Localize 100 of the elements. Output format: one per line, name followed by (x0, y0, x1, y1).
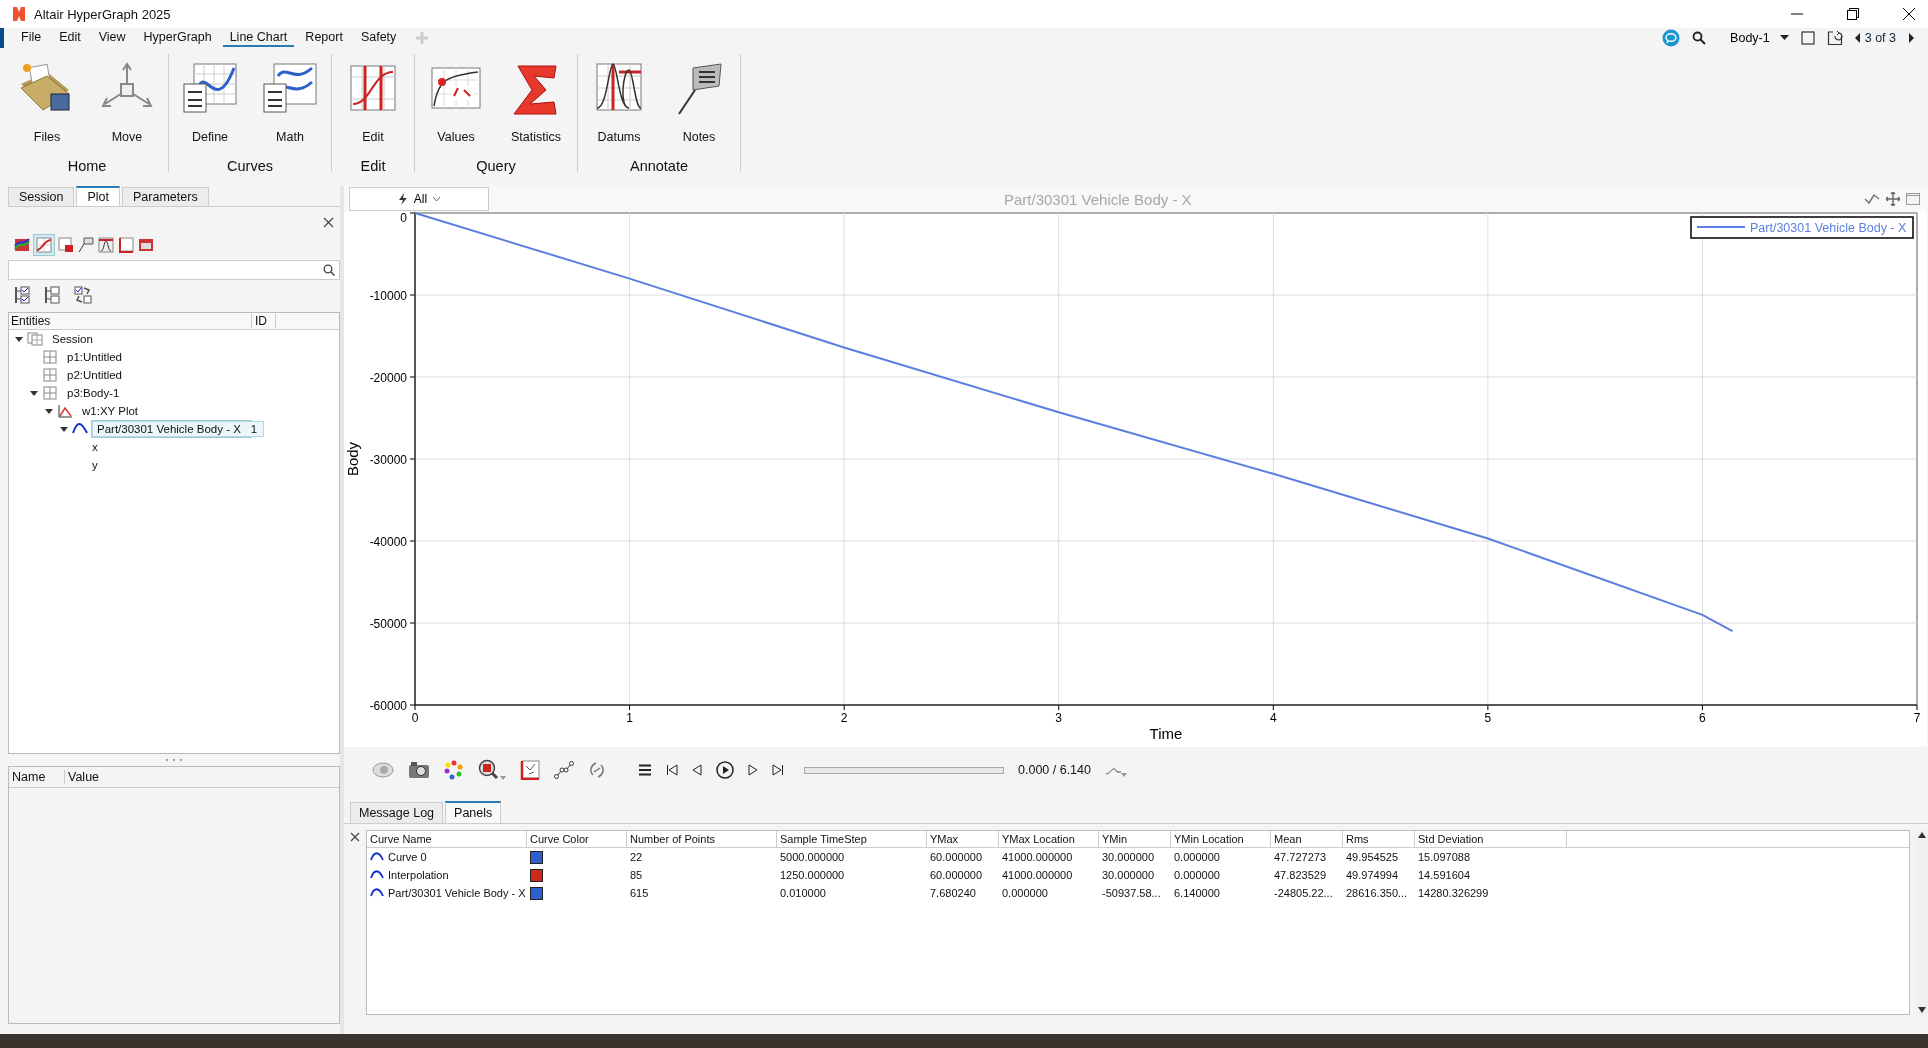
check-all-icon[interactable] (14, 286, 32, 304)
color-dots-icon[interactable] (444, 760, 464, 780)
menu-item[interactable]: HyperGraph (136, 29, 219, 47)
panel-tab[interactable]: Plot (76, 186, 121, 206)
panel-tab[interactable]: Parameters (122, 187, 209, 206)
column-header[interactable]: Curve Name (367, 831, 527, 847)
page-dropdown[interactable]: Body-1 (1730, 31, 1789, 45)
menu-item[interactable]: Edit (52, 29, 88, 47)
splitter-grip-icon[interactable] (164, 758, 184, 762)
scroll-up-icon[interactable] (1918, 832, 1926, 838)
menu-item[interactable]: Safety (353, 29, 404, 47)
column-header[interactable]: YMax (927, 831, 999, 847)
menu-item[interactable]: Report (298, 29, 350, 47)
window-frame-icon[interactable] (138, 237, 154, 253)
curve-points-icon[interactable] (1864, 193, 1880, 205)
maximize-icon[interactable] (1906, 193, 1920, 205)
last-frame-icon[interactable] (772, 764, 784, 776)
panel-tab[interactable]: Panels (445, 801, 502, 823)
column-header[interactable]: Entities (9, 314, 252, 328)
close-icon[interactable] (1902, 7, 1916, 21)
note-flag-icon[interactable] (78, 237, 94, 253)
table-cell-text: 615 (629, 886, 650, 901)
tree-item[interactable]: p3:Body-1 (62, 385, 125, 401)
color-swatch[interactable] (530, 886, 543, 900)
move-arrows-icon[interactable] (1886, 192, 1900, 206)
chat-icon[interactable] (1662, 29, 1681, 47)
menu-item[interactable]: View (91, 29, 133, 47)
column-header[interactable]: Std Deviation (1415, 831, 1567, 847)
table-cell: Curve 0 (388, 851, 427, 863)
filter-dropdown[interactable]: All (349, 187, 489, 211)
camera-icon[interactable] (408, 761, 430, 779)
axis-graph-icon[interactable] (98, 237, 114, 253)
search-icon (323, 264, 335, 276)
square-icon[interactable] (1800, 31, 1815, 45)
zoom-icon[interactable] (478, 759, 506, 781)
map-frame-icon[interactable] (520, 760, 540, 780)
curves-icon[interactable] (14, 237, 30, 253)
tree-item[interactable]: y (87, 457, 103, 473)
ribbon-group-title: Annotate (629, 158, 689, 174)
x-tick-label: 1 (626, 711, 633, 725)
ribbon-tool-button[interactable]: Values (421, 60, 491, 144)
ribbon-tool-button[interactable]: Move (92, 60, 162, 144)
link-icon[interactable] (588, 760, 606, 780)
next-frame-icon[interactable] (748, 764, 758, 776)
caret-icon (1779, 35, 1789, 41)
column-header[interactable]: YMin (1099, 831, 1171, 847)
column-header[interactable]: Number of Points (627, 831, 777, 847)
column-header[interactable]: Value (65, 770, 100, 784)
grid-frame-icon[interactable] (118, 237, 134, 253)
swap-checks-icon[interactable] (74, 286, 92, 304)
tree-item[interactable]: p2:Untitled (62, 367, 127, 383)
close-icon[interactable] (323, 217, 334, 228)
table-cell-text: 47.727273 (1273, 850, 1327, 865)
column-header[interactable]: YMax Location (999, 831, 1099, 847)
column-header[interactable]: YMin Location (1171, 831, 1271, 847)
xy-plot-icon (57, 404, 73, 418)
ribbon-tool-button[interactable]: Files (12, 60, 82, 144)
tree-item[interactable]: p1:Untitled (62, 349, 127, 365)
previous-frame-icon[interactable] (692, 764, 702, 776)
column-header[interactable]: Curve Color (527, 831, 627, 847)
column-header[interactable]: Name (9, 770, 65, 784)
tree-item[interactable]: Session (47, 331, 98, 347)
ribbon-tool-button[interactable]: Edit (338, 60, 408, 144)
column-header[interactable]: ID (252, 314, 276, 328)
ribbon-tool-button[interactable]: Notes (664, 60, 734, 144)
search-field[interactable] (8, 260, 340, 280)
uncheck-all-icon[interactable] (44, 286, 62, 304)
first-frame-icon[interactable] (666, 764, 678, 776)
search-icon[interactable] (1692, 31, 1707, 45)
color-swatch[interactable] (530, 850, 543, 864)
next-page-icon[interactable] (1908, 33, 1914, 43)
curve-icon (370, 888, 384, 898)
column-header[interactable]: Sample TimeStep (777, 831, 927, 847)
panel-tab[interactable]: Session (8, 187, 75, 206)
color-swatch[interactable] (530, 868, 543, 882)
time-slider[interactable] (804, 766, 1004, 774)
ribbon-tool-button[interactable]: Statistics (501, 60, 571, 144)
tree-item[interactable]: w1:XY Plot (77, 403, 144, 419)
ribbon-tool-button[interactable]: Define (175, 60, 245, 144)
tree-item[interactable]: Part/30301 Vehicle Body - X (92, 421, 251, 437)
close-icon[interactable] (350, 832, 360, 842)
restore-icon[interactable] (1846, 7, 1860, 21)
play-icon[interactable] (716, 761, 734, 779)
scroll-down-icon[interactable] (1918, 1007, 1926, 1013)
panel-tab[interactable]: Message Log (350, 802, 444, 823)
menu-item[interactable]: File (14, 29, 49, 47)
column-header[interactable]: Mean (1271, 831, 1343, 847)
scrollbar[interactable] (1916, 830, 1928, 1015)
menu-icon[interactable] (638, 764, 652, 776)
connected-points-icon[interactable] (554, 760, 574, 780)
previous-page-icon[interactable] (1854, 33, 1861, 43)
legend-label: Part/30301 Vehicle Body - X (1750, 221, 1907, 235)
chart-card-icon[interactable] (58, 237, 74, 253)
column-header[interactable]: Rms (1343, 831, 1415, 847)
tree-item[interactable]: x (87, 439, 103, 455)
ribbon-tool-button[interactable]: Math (255, 60, 325, 144)
page-refresh-icon[interactable] (1826, 30, 1843, 46)
curve-grid-icon[interactable] (34, 235, 54, 255)
ribbon-group-title: Curves (227, 158, 273, 174)
ribbon-tool-button[interactable]: Datums (584, 60, 654, 144)
